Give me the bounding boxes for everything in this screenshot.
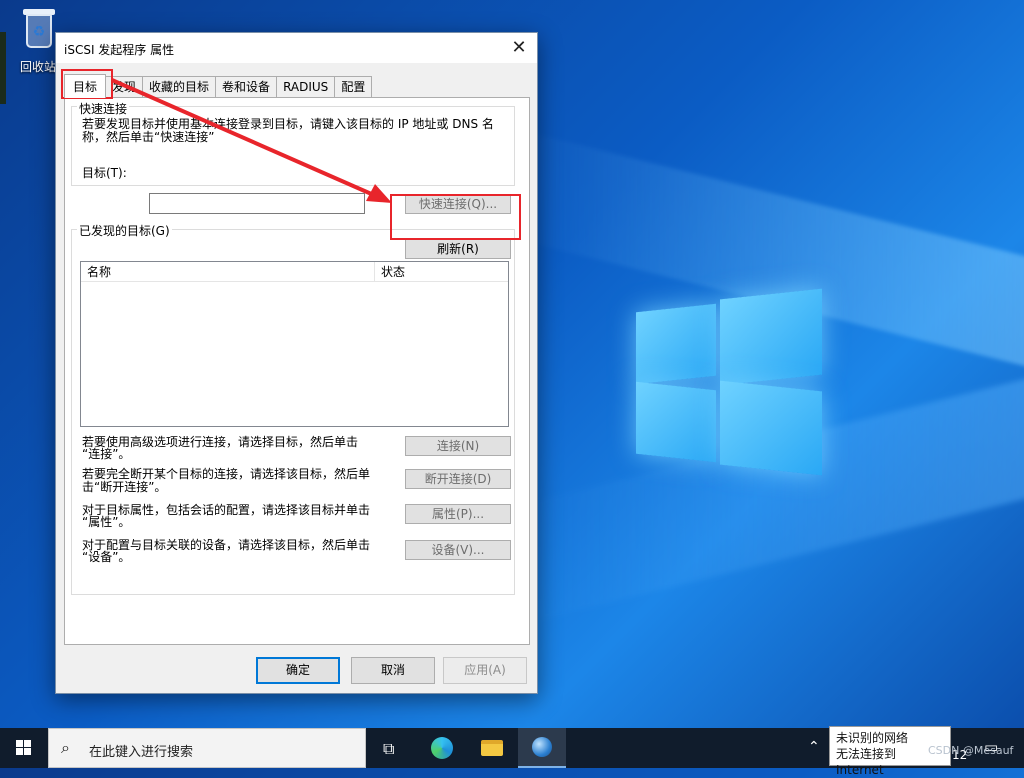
search-placeholder: 在此键入进行搜索 (89, 745, 194, 760)
edge-browser-icon (431, 737, 453, 759)
search-icon: ⌕ (61, 738, 70, 757)
task-view-icon: ⧉ (383, 739, 395, 758)
iscsi-globe-icon (532, 737, 552, 757)
file-explorer-taskbar-button[interactable] (468, 728, 516, 768)
chevron-up-icon: ⌃ (808, 739, 820, 755)
tab-targets[interactable]: 目标 (64, 74, 107, 98)
task-view-button[interactable]: ⧉ (368, 728, 416, 768)
folder-icon (481, 740, 503, 756)
tray-overflow-button[interactable]: ⌃ (806, 728, 826, 768)
watermark: CSDN @Mesauf (928, 744, 1014, 757)
annotation-arrow (111, 78, 392, 203)
taskbar-search-box[interactable]: ⌕ 在此键入进行搜索 (48, 728, 366, 768)
iscsi-taskbar-button[interactable] (518, 728, 566, 768)
start-button[interactable] (0, 728, 48, 768)
edge-taskbar-button[interactable] (418, 728, 466, 768)
